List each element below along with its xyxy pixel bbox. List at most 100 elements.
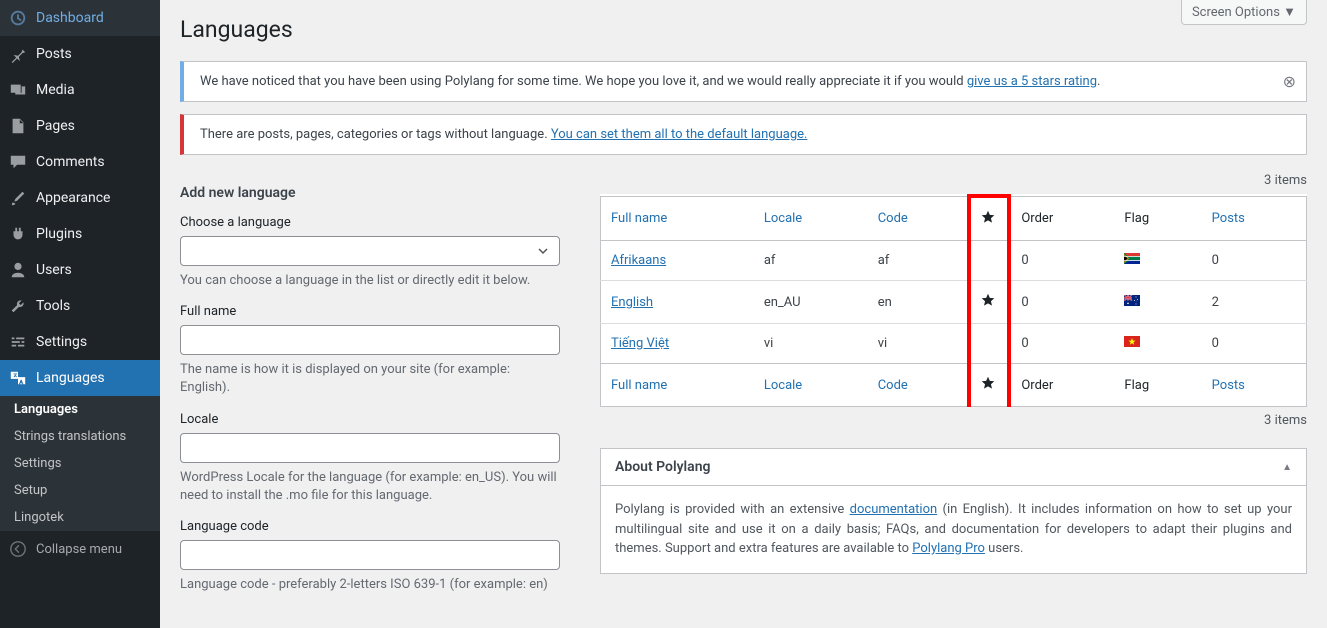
pin-icon [8, 44, 28, 64]
translate-icon [8, 368, 28, 388]
documentation-link[interactable]: documentation [850, 502, 938, 517]
submenu-setup[interactable]: Setup [0, 477, 160, 504]
lang-flag [1114, 281, 1201, 324]
code-help: Language code - preferably 2-letters ISO… [180, 576, 560, 594]
menu-media[interactable]: Media [0, 72, 160, 108]
submenu: Languages Strings translations Settings … [0, 396, 160, 531]
choose-language-label: Choose a language [180, 215, 560, 230]
tf-locale[interactable]: Locale [754, 364, 868, 407]
tf-code[interactable]: Code [868, 364, 970, 407]
lang-posts: 0 [1202, 241, 1307, 281]
main-content: Screen Options ▼ Languages We have notic… [160, 0, 1327, 628]
menu-tools[interactable]: Tools [0, 288, 160, 324]
menu-label: Plugins [36, 226, 82, 242]
toggle-postbox-icon[interactable]: ▲ [1282, 462, 1292, 473]
menu-users[interactable]: Users [0, 252, 160, 288]
lang-locale: vi [754, 324, 868, 364]
fullname-label: Full name [180, 304, 560, 319]
languages-table: Full name Locale Code Order Flag Posts A… [600, 194, 1307, 407]
menu-label: Languages [36, 370, 105, 386]
form-heading: Add new language [180, 185, 560, 201]
menu-plugins[interactable]: Plugins [0, 216, 160, 252]
plug-icon [8, 224, 28, 244]
table-row: Englishen_AUen02 [601, 281, 1307, 324]
user-icon [8, 260, 28, 280]
fullname-input[interactable] [180, 325, 560, 355]
lang-default-cell[interactable] [969, 324, 1009, 364]
wrench-icon [8, 296, 28, 316]
items-count-bottom: 3 items [600, 413, 1307, 428]
th-posts[interactable]: Posts [1202, 196, 1307, 241]
menu-label: Dashboard [36, 10, 104, 26]
th-flag: Flag [1114, 196, 1201, 241]
languages-list: 3 items Full name Locale Code Order Flag… [600, 167, 1307, 608]
lang-flag [1114, 241, 1201, 281]
lang-locale: en_AU [754, 281, 868, 324]
lang-posts: 2 [1202, 281, 1307, 324]
media-icon [8, 80, 28, 100]
polylang-pro-link[interactable]: Polylang Pro [912, 541, 985, 556]
menu-posts[interactable]: Posts [0, 36, 160, 72]
fullname-help: The name is how it is displayed on your … [180, 361, 560, 397]
lang-order: 0 [1009, 241, 1114, 281]
dismiss-notice-icon[interactable]: ⊗ [1283, 72, 1296, 91]
dashboard-icon [8, 8, 28, 28]
th-default[interactable] [969, 196, 1009, 241]
menu-languages[interactable]: Languages [0, 360, 160, 396]
submenu-lingotek[interactable]: Lingotek [0, 504, 160, 531]
lang-name-link[interactable]: Tiếng Việt [611, 336, 669, 351]
submenu-languages[interactable]: Languages [0, 396, 160, 423]
rating-notice: We have noticed that you have been using… [180, 61, 1307, 102]
tf-default[interactable] [969, 364, 1009, 407]
lang-order: 0 [1009, 324, 1114, 364]
lang-name-link[interactable]: English [611, 295, 653, 310]
tf-order[interactable]: Order [1009, 364, 1114, 407]
th-locale[interactable]: Locale [754, 196, 868, 241]
menu-comments[interactable]: Comments [0, 144, 160, 180]
menu-settings[interactable]: Settings [0, 324, 160, 360]
menu-label: Posts [36, 46, 72, 62]
lang-code: vi [868, 324, 970, 364]
table-row: Tiếng Việtvivi00 [601, 324, 1307, 364]
tf-flag: Flag [1114, 364, 1201, 407]
lang-flag [1114, 324, 1201, 364]
locale-input[interactable] [180, 433, 560, 463]
code-label: Language code [180, 519, 560, 534]
menu-dashboard[interactable]: Dashboard [0, 0, 160, 36]
table-row: Afrikaansafaf00 [601, 241, 1307, 281]
tf-fullname[interactable]: Full name [601, 364, 754, 407]
rating-link[interactable]: give us a 5 stars rating [967, 74, 1097, 89]
submenu-strings[interactable]: Strings translations [0, 423, 160, 450]
set-default-link[interactable]: You can set them all to the default lang… [551, 127, 808, 142]
choose-language-select[interactable] [180, 236, 560, 266]
star-icon [981, 210, 995, 224]
about-body: Polylang is provided with an extensive d… [601, 486, 1306, 573]
page-icon [8, 116, 28, 136]
lang-default-cell[interactable] [969, 241, 1009, 281]
menu-label: Tools [36, 298, 70, 314]
add-language-form: Add new language Choose a language You c… [180, 167, 560, 608]
notice-text: There are posts, pages, categories or ta… [200, 127, 551, 142]
menu-appearance[interactable]: Appearance [0, 180, 160, 216]
star-icon [981, 376, 995, 390]
brush-icon [8, 188, 28, 208]
sliders-icon [8, 332, 28, 352]
tf-posts[interactable]: Posts [1202, 364, 1307, 407]
screen-options-button[interactable]: Screen Options ▼ [1181, 0, 1307, 25]
lang-default-cell[interactable] [969, 281, 1009, 324]
lang-name-link[interactable]: Afrikaans [611, 253, 666, 268]
menu-label: Users [36, 262, 72, 278]
submenu-settings[interactable]: Settings [0, 450, 160, 477]
menu-pages[interactable]: Pages [0, 108, 160, 144]
menu-label: Comments [36, 154, 105, 170]
code-input[interactable] [180, 540, 560, 570]
th-fullname[interactable]: Full name [601, 196, 754, 241]
lang-locale: af [754, 241, 868, 281]
collapse-menu[interactable]: Collapse menu [0, 531, 160, 567]
about-postbox: About Polylang ▲ Polylang is provided wi… [600, 448, 1307, 574]
admin-sidebar: Dashboard Posts Media Pages Comments App… [0, 0, 160, 628]
lang-order: 0 [1009, 281, 1114, 324]
th-code[interactable]: Code [868, 196, 970, 241]
page-title: Languages [180, 16, 1307, 43]
th-order[interactable]: Order [1009, 196, 1114, 241]
